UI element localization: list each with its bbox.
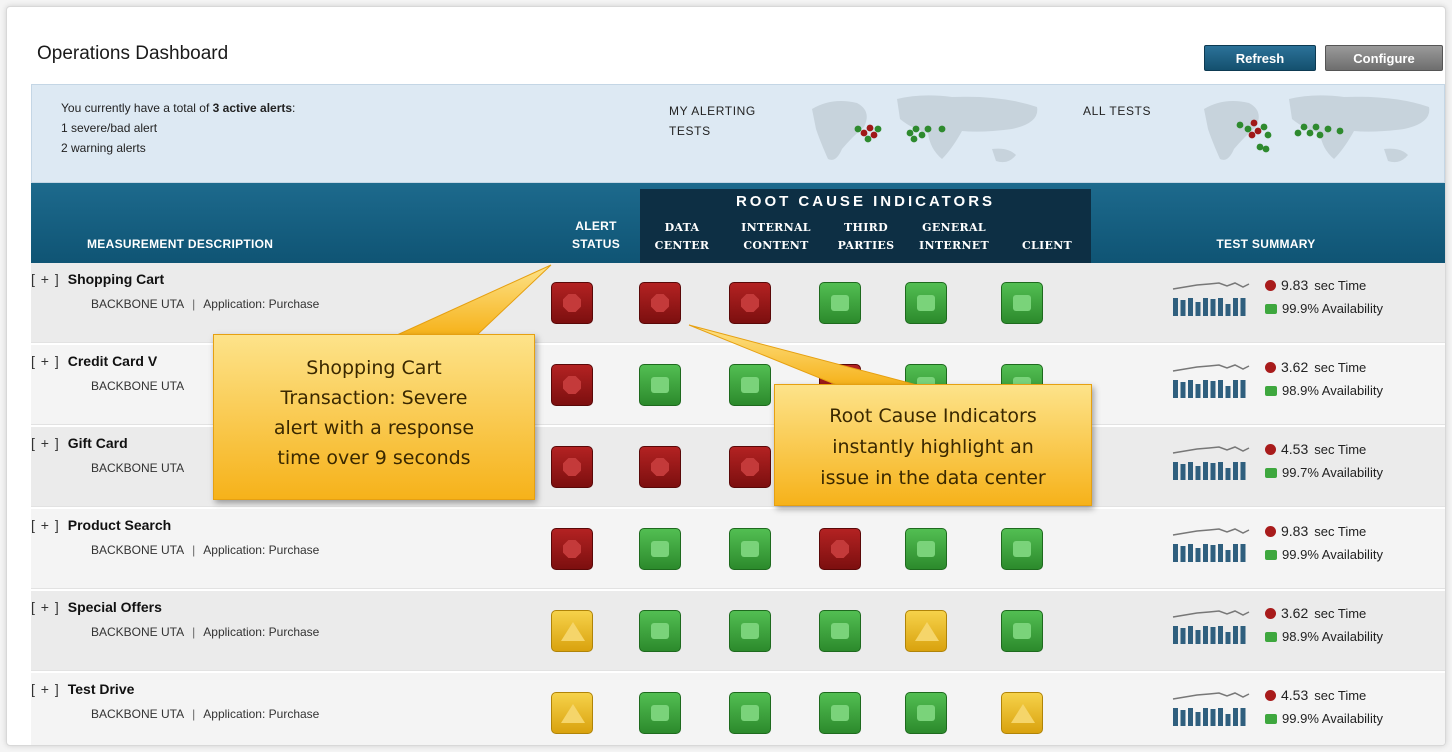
- callout-line: alert with a response: [273, 417, 475, 439]
- callout-line: issue in the data center: [820, 467, 1046, 489]
- callout-root-cause-indicators: Root Cause Indicators instantly highligh…: [774, 384, 1092, 506]
- callout-shopping-cart: Shopping Cart Transaction: Severe alert …: [213, 334, 535, 500]
- callout-line: instantly highlight an: [832, 436, 1034, 458]
- callout-line: time over 9 seconds: [277, 447, 471, 469]
- callout-pointer-shopping-cart: [396, 264, 552, 336]
- dashboard-window: Operations Dashboard Refresh Configure Y…: [6, 6, 1446, 746]
- callout-line: Transaction: Severe: [280, 387, 468, 409]
- callout-pointer-root-cause: [688, 324, 918, 386]
- callout-line: Root Cause Indicators: [829, 405, 1037, 427]
- callout-line: Shopping Cart: [306, 357, 442, 379]
